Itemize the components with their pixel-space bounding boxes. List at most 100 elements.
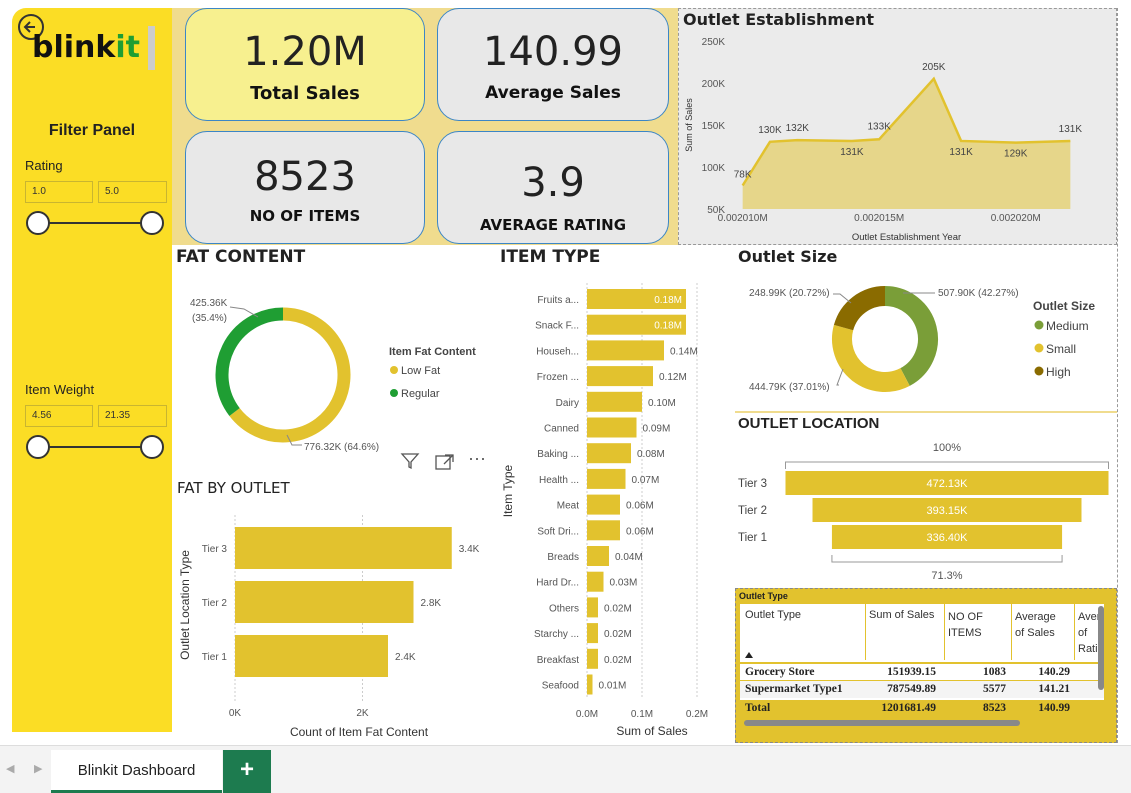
x-axis-title: Outlet Establishment Year [852,232,961,243]
outlet-location-funnel: 100% 472.13K Tier 3 393.15K Tier 2 336.40K Tie… [738,442,1109,582]
donut-label: 248.99K (20.72%) [749,288,830,299]
rating-min-input[interactable]: 1.0 [25,181,93,203]
donut-slice-medium [884,286,938,386]
filter-sidebar: blinkit Filter Panel Rating 1.0 5.0 Item… [12,8,172,732]
label-leader [836,368,844,386]
category-label: Baking ... [537,449,579,460]
total-label: Total [745,702,771,714]
horizontal-scrollbar-thumb[interactable] [744,720,1020,726]
donut-label: 425.36K [190,298,228,309]
col-divider-4 [1074,604,1075,660]
x-tick-label: 0.0M [576,709,598,720]
header-outlet-type[interactable]: Outlet Type [745,609,801,621]
donut-slice-low-fat [229,307,351,443]
rating-slider-min-handle[interactable] [26,211,50,235]
weight-slider-track[interactable] [38,446,152,448]
legend-label: Low Fat [401,365,440,377]
donut-slice-small [832,324,910,392]
next-page-arrow[interactable]: ▶ [34,762,42,775]
item-type-chart: 0.0M 0.1M 0.2M Fruits a... 0.18M Snack F... 0.… [501,283,708,738]
fat-by-outlet-panel: FAT BY OUTLET 0K 2K Tier 3 3.4K Tier 2 2.8K Ti… [172,475,495,743]
outlet-type-panel: Outlet Type Outlet Type Sum of Sales NO … [735,588,1117,743]
average-rating-card[interactable]: 3.9 AVERAGE RATING [437,131,669,244]
sort-ascending-icon[interactable] [745,652,753,658]
bar-seafood [587,674,593,695]
row-average-sales: 141.21 [1038,683,1070,695]
data-label: 131K [1059,124,1083,135]
category-label: Tier 3 [202,544,228,555]
category-label: Health ... [539,475,579,486]
logo-divider [148,26,155,70]
header-no-of-items[interactable]: NO OF ITEMS [948,609,983,641]
row-no-of-items: 5577 [983,683,1006,695]
weight-slider-max-handle[interactable] [140,435,164,459]
legend-marker [390,366,398,374]
x-tick-label: 0K [229,708,242,719]
data-label: 130K [758,125,782,136]
data-label: 129K [1004,149,1028,160]
data-label: 0.06M [626,501,654,512]
rating-slider-track[interactable] [38,222,152,224]
donut-label: 776.32K (64.6%) [304,442,379,453]
tab-blinkit-dashboard[interactable]: Blinkit Dashboard [51,750,222,793]
category-label: Breakfast [537,655,579,666]
row-sum-of-sales: 787549.89 [887,683,936,695]
bar-soft-dri- [587,520,620,541]
data-label: 0.18M [654,321,682,332]
legend-title: Outlet Size [1033,299,1095,313]
total-sales-card[interactable]: 1.20M Total Sales [185,8,425,121]
bar-breads [587,546,609,566]
focus-mode-icon[interactable] [435,453,455,471]
weight-max-input[interactable]: 21.35 [98,405,167,427]
rating-slider-max-handle[interactable] [140,211,164,235]
outlet-type-table-title: Outlet Type [739,591,788,601]
category-label: Dairy [556,398,579,409]
category-label: Tier 1 [202,652,228,663]
data-label: 131K [949,147,973,158]
legend-label: High [1046,365,1071,379]
table-header-row: Outlet Type Sum of Sales NO OF ITEMS Aver… [740,604,1104,660]
data-label: 0.01M [599,681,627,692]
data-label: 78K [734,169,752,180]
data-label: 0.04M [615,552,643,563]
table-row[interactable]: Grocery Store 151939.15 1083 140.29 [740,664,1104,681]
rating-max-input[interactable]: 5.0 [98,181,167,203]
y-tick-label: 100K [702,163,726,174]
average-sales-value: 140.99 [483,29,623,75]
bar-canned [587,417,637,438]
data-label: 2.4K [395,652,416,663]
filter-icon[interactable] [400,451,420,471]
category-label: Househ... [536,346,579,357]
table-row[interactable]: Supermarket Type1 787549.89 5577 141.21 [740,681,1104,698]
outlet-location-panel: OUTLET LOCATION 100% 472.13K Tier 3 393.15K… [733,413,1117,588]
header-sum-of-sales[interactable]: Sum of Sales [869,609,934,621]
weight-slider-min-handle[interactable] [26,435,50,459]
bar-tier-3 [235,527,452,569]
bar-hard-dr- [587,571,604,592]
outlet-type-table: Outlet Type Sum of Sales NO OF ITEMS Aver… [740,604,1104,718]
category-label: Soft Dri... [537,526,579,537]
category-label: Snack F... [535,321,579,332]
add-page-button[interactable]: + [223,750,271,793]
average-sales-card[interactable]: 140.99 Average Sales [437,8,669,121]
fat-by-outlet-chart: 0K 2K Tier 3 3.4K Tier 2 2.8K Tier 1 2.4K Count … [178,515,480,739]
y-axis-title: Item Type [501,464,515,517]
x-tick-label: 2K [356,708,369,719]
total-average-sales: 140.99 [1038,702,1070,714]
col-divider-3 [1011,604,1012,660]
items-card[interactable]: 8523 NO OF ITEMS [185,131,425,244]
data-label: 132K [786,123,810,134]
vertical-scrollbar[interactable] [1098,606,1104,690]
bar-tier-1 [235,635,388,677]
prev-page-arrow[interactable]: ◀ [6,762,14,775]
row-average-sales: 140.29 [1038,666,1070,678]
bar-breakfast [587,648,598,669]
header-average-of-sales[interactable]: Average of Sales [1015,609,1056,641]
donut-label: (35.4%) [192,313,227,324]
x-tick-label: 0.002020M [991,213,1041,224]
weight-min-input[interactable]: 4.56 [25,405,93,427]
donut-slice-high [833,286,886,331]
more-options-icon[interactable]: ··· [468,449,490,467]
data-label: 2.8K [421,598,442,609]
y-tick-label: 200K [702,79,726,90]
